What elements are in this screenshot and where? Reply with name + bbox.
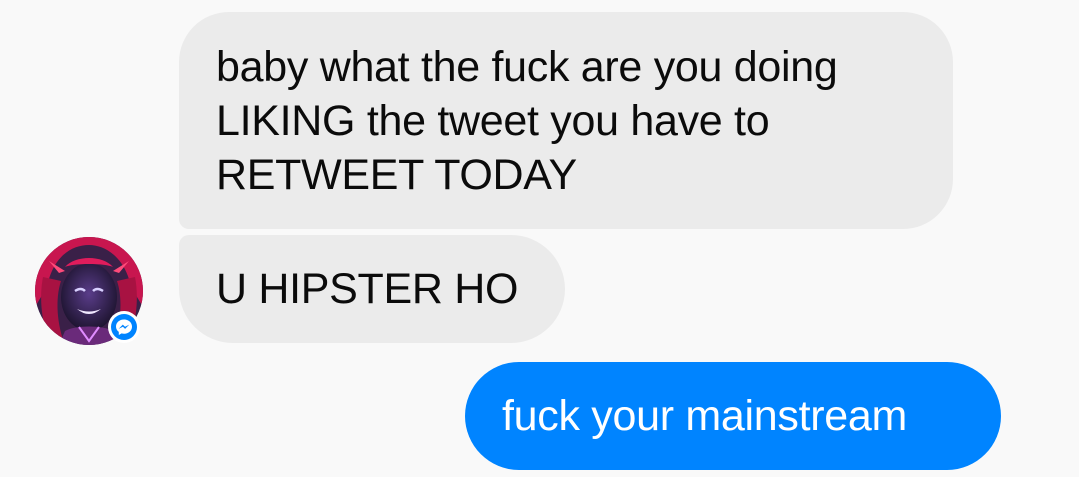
messenger-icon <box>107 310 141 344</box>
message-bubble-outgoing[interactable]: fuck your mainstream <box>465 362 1001 470</box>
message-bubble-incoming[interactable]: baby what the fuck are you doing LIKING … <box>179 12 953 229</box>
chat-thread: baby what the fuck are you doing LIKING … <box>0 0 1079 477</box>
message-bubble-incoming[interactable]: U HIPSTER HO <box>179 235 565 343</box>
